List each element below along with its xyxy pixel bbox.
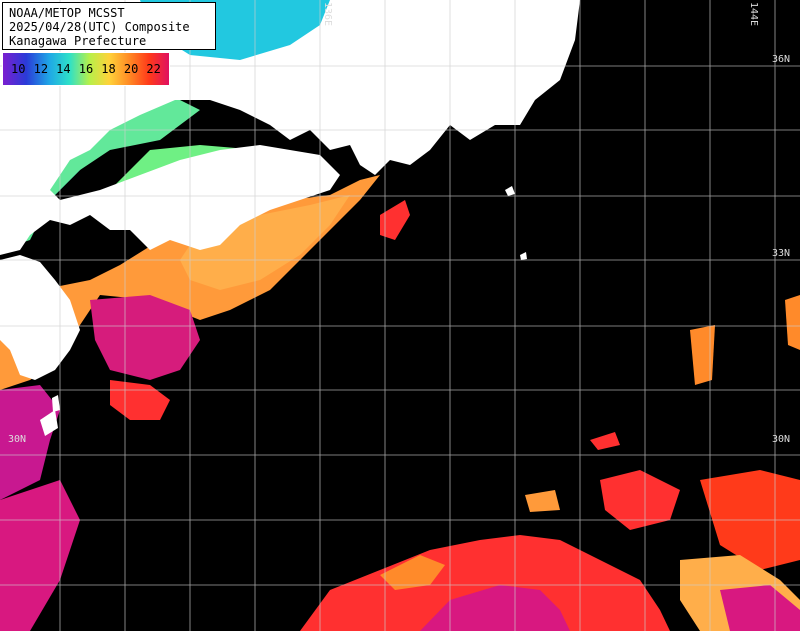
lat-label-33n: 33N — [772, 248, 791, 259]
legend-value: 22 — [146, 62, 161, 76]
lat-label-30n-left: 30N — [8, 434, 27, 445]
legend-value: 18 — [101, 62, 116, 76]
legend-value: 12 — [33, 62, 49, 76]
sst-map-canvas — [0, 0, 800, 631]
sst-map: NOAA/METOP MCSST 2025/04/28(UTC) Composi… — [0, 0, 800, 631]
lon-label-136e: 136E — [322, 2, 333, 27]
temperature-legend: 10 12 14 16 18 20 22 — [2, 52, 170, 86]
lon-label-144e: 144E — [748, 2, 759, 27]
title-panel: NOAA/METOP MCSST 2025/04/28(UTC) Composi… — [2, 2, 216, 50]
title-prefecture: Kanagawa Prefecture — [9, 34, 147, 48]
legend-value: 16 — [78, 62, 94, 76]
legend-value: 14 — [56, 62, 71, 76]
title-satellite: NOAA/METOP MCSST — [9, 6, 125, 20]
lat-label-30n-right: 30N — [772, 434, 791, 445]
lat-label-36n: 36N — [772, 54, 791, 65]
legend-value: 20 — [123, 62, 139, 76]
title-date: 2025/04/28(UTC) Composite — [9, 20, 190, 34]
legend-value: 10 — [11, 62, 26, 76]
